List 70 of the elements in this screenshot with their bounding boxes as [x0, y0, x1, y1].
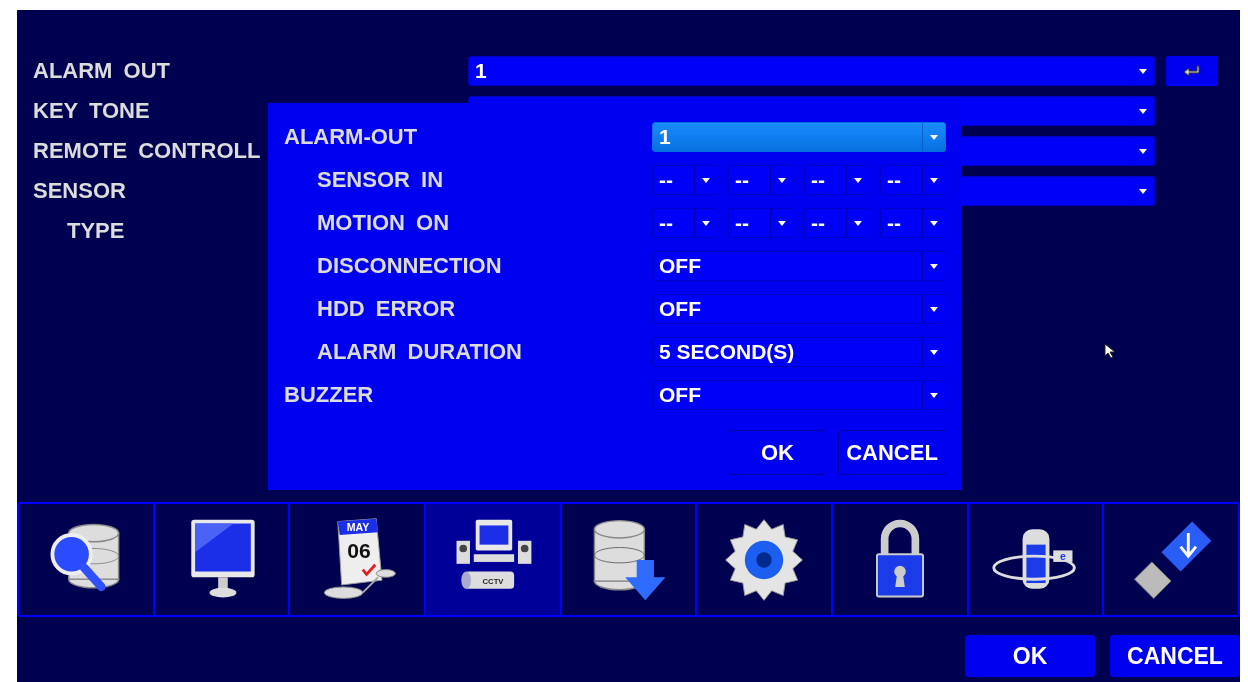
enter-icon	[1183, 65, 1201, 77]
calendar-day: 06	[347, 538, 371, 562]
tag-icon	[1052, 549, 1072, 562]
alarm-setting-label: DISCONNECTION	[316, 253, 503, 279]
padlock-icon	[875, 519, 924, 597]
network-letter: e	[1059, 549, 1066, 562]
setting-label: SENSOR	[33, 178, 126, 204]
caret-icon	[702, 177, 710, 183]
alarm-setting-label: MOTION ON	[316, 210, 451, 236]
channel-dropdown[interactable]: --	[880, 208, 946, 238]
mouse-pointer-icon	[1104, 343, 1118, 359]
channel-dropdown[interactable]: --	[652, 208, 718, 238]
film-reel-icon	[324, 568, 397, 599]
calendar-page-icon	[337, 517, 383, 585]
setting-dropdown[interactable]: 1	[468, 56, 1155, 86]
caret-icon	[778, 177, 786, 183]
database-magnifier-icon	[50, 523, 120, 591]
caret-icon	[1139, 108, 1147, 114]
setting-label: TYPE	[67, 218, 125, 244]
menu-tile[interactable]: CCTV	[426, 504, 562, 615]
gear-icon	[725, 518, 804, 601]
caret-icon	[1139, 148, 1147, 154]
ok-button[interactable]: OK	[729, 430, 826, 475]
channel-dropdown[interactable]: --	[804, 208, 870, 238]
channel-dropdown[interactable]: --	[728, 165, 794, 195]
caret-icon	[930, 177, 938, 183]
alarm-setting-label: ALARM DURATION	[316, 339, 523, 365]
computer-icon	[473, 519, 514, 562]
calendar-month: MAY	[346, 520, 370, 533]
caret-icon	[930, 220, 938, 226]
menu-tile[interactable]	[19, 504, 155, 615]
usb-drive-icon	[1134, 521, 1212, 599]
cancel-button[interactable]: CANCEL	[838, 430, 946, 475]
channel-dropdown[interactable]: --	[652, 165, 718, 195]
alarm-dropdown[interactable]: OFF	[652, 251, 946, 281]
caret-icon	[930, 306, 938, 312]
alarm-setting-label: ALARM-OUT	[284, 124, 419, 150]
alarm-setting-label: SENSOR IN	[316, 167, 445, 193]
enter-button[interactable]	[1166, 56, 1218, 86]
setting-label: ALARM OUT	[33, 58, 170, 84]
database-arrow-icon	[593, 519, 665, 600]
speaker-icon	[517, 540, 532, 564]
caret-icon	[930, 263, 938, 269]
alarm-dropdown[interactable]: 5 SECOND(S)	[652, 337, 946, 367]
cancel-button[interactable]: CANCEL	[1110, 635, 1240, 677]
monitor-icon	[190, 519, 255, 597]
camera-label: CCTV	[482, 576, 504, 586]
caret-icon	[702, 220, 710, 226]
device-ring-icon	[991, 528, 1076, 589]
channel-dropdown[interactable]: --	[804, 165, 870, 195]
alarm-dropdown[interactable]: OFF	[652, 380, 946, 410]
caret-icon	[854, 220, 862, 226]
ok-button[interactable]: OK	[965, 635, 1095, 677]
alarm-dropdown[interactable]: 1	[652, 122, 946, 152]
channel-dropdown[interactable]: --	[728, 208, 794, 238]
caret-icon	[930, 392, 938, 398]
caret-icon	[778, 220, 786, 226]
caret-icon	[930, 134, 938, 140]
caret-icon	[930, 349, 938, 355]
caret-icon	[1139, 188, 1147, 194]
channel-dropdown[interactable]: --	[880, 165, 946, 195]
setting-label: KEY TONE	[33, 98, 150, 124]
alarm-setting-label: HDD ERROR	[316, 296, 457, 322]
alarm-dropdown[interactable]: OFF	[652, 294, 946, 324]
camera-icon	[461, 571, 514, 589]
setting-label: REMOTE CONTROLL	[33, 138, 261, 164]
caret-icon	[1139, 68, 1147, 74]
speaker-icon	[456, 540, 470, 564]
caret-icon	[854, 177, 862, 183]
alarm-setting-label: BUZZER	[284, 382, 375, 408]
